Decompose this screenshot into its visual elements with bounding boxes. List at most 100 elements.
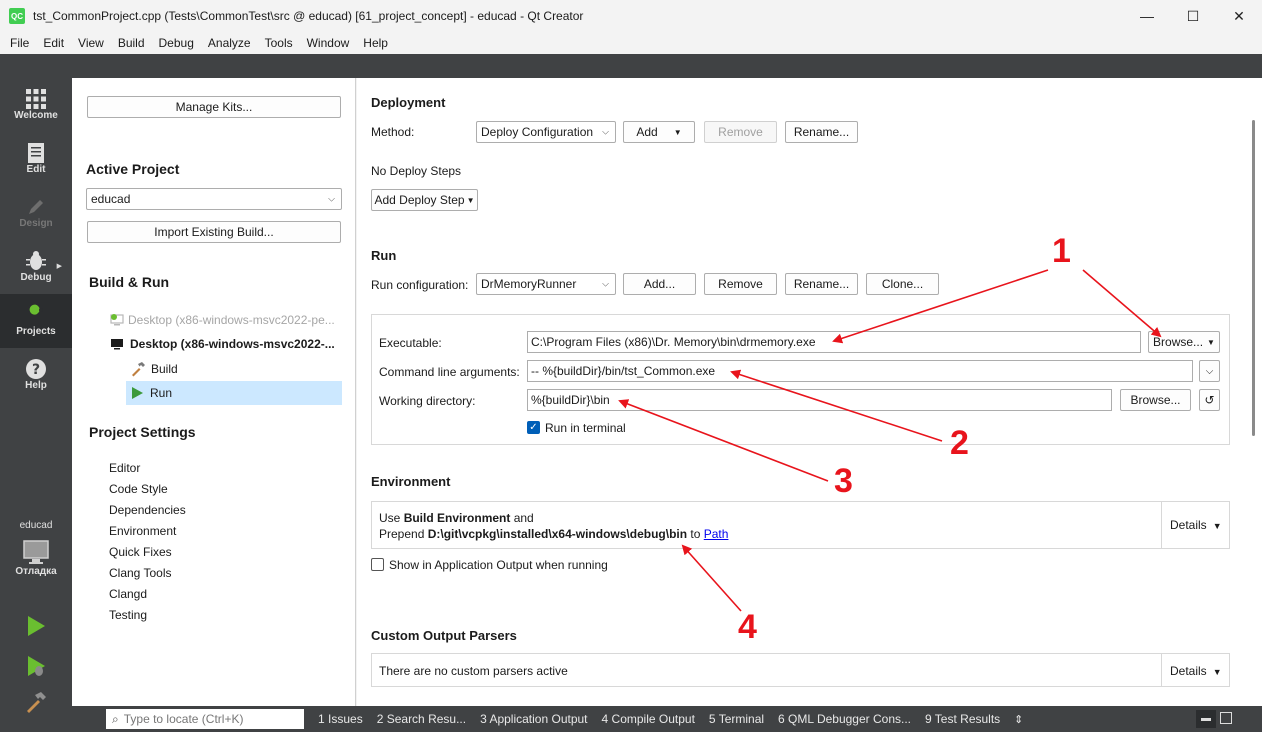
command-line-arguments-input[interactable]: -- %{buildDir}/bin/tst_Common.exe	[527, 360, 1193, 382]
settings-item-editor[interactable]: Editor	[109, 461, 140, 475]
deploy-method-combo[interactable]: Deploy Configuration ⌵	[476, 121, 616, 143]
debug-run-icon[interactable]	[24, 654, 48, 678]
settings-item-clangd[interactable]: Clangd	[109, 587, 147, 601]
monitor-icon	[23, 540, 49, 564]
toolbar-strip	[0, 54, 1262, 78]
mode-design[interactable]: Design	[0, 186, 72, 240]
toggle-right-sidebar-icon[interactable]	[1220, 712, 1232, 724]
output-tab-issues[interactable]: 1 Issues	[318, 712, 363, 726]
settings-item-testing[interactable]: Testing	[109, 608, 147, 622]
add-deploy-step-button[interactable]: Add Deploy Step ▼	[371, 189, 478, 211]
import-existing-build-button[interactable]: Import Existing Build...	[87, 221, 341, 243]
wrench-icon	[28, 304, 43, 323]
no-deploy-steps-label: No Deploy Steps	[371, 164, 462, 178]
mode-welcome[interactable]: Welcome	[0, 78, 72, 132]
output-tab-application-output[interactable]: 3 Application Output	[480, 712, 587, 726]
run-in-terminal-checkbox[interactable]: ✓	[527, 421, 540, 434]
help-icon: ?	[26, 359, 46, 379]
expand-arrow-icon: ▶	[56, 263, 62, 270]
settings-item-clang-tools[interactable]: Clang Tools	[109, 566, 171, 580]
menu-analyze[interactable]: Analyze	[201, 36, 258, 50]
run-rename-button[interactable]: Rename...	[785, 273, 858, 295]
progress-details-icon[interactable]: ▬	[1196, 710, 1216, 728]
output-tab-test-results[interactable]: 9 Test Results	[925, 712, 1000, 726]
projects-navigation-panel: Manage Kits... Active Project educad ⌵ I…	[72, 78, 356, 706]
kit-item-active[interactable]: Desktop (x86-windows-msvc2022-...	[110, 337, 335, 351]
output-tab-qml-debugger[interactable]: 6 QML Debugger Cons...	[778, 712, 911, 726]
menu-build[interactable]: Build	[111, 36, 152, 50]
annotation-number-3: 3	[834, 462, 853, 500]
mode-edit[interactable]: Edit	[0, 132, 72, 186]
menu-view[interactable]: View	[71, 36, 111, 50]
run-heading: Run	[371, 248, 397, 263]
parsers-details-button[interactable]: Details ▼	[1170, 664, 1222, 678]
run-configuration-combo[interactable]: DrMemoryRunner ⌵	[476, 273, 616, 295]
run-add-button[interactable]: Add...	[623, 273, 696, 295]
settings-item-code-style[interactable]: Code Style	[109, 482, 168, 496]
active-project-combo[interactable]: educad ⌵	[86, 188, 342, 210]
bug-icon	[26, 251, 46, 270]
settings-item-dependencies[interactable]: Dependencies	[109, 503, 186, 517]
reset-icon[interactable]: ↺	[1199, 389, 1220, 411]
annotation-number-2: 2	[950, 424, 969, 462]
kit-selector[interactable]: Отладка	[0, 538, 72, 588]
working-directory-browse-button[interactable]: Browse...	[1120, 389, 1191, 411]
mode-label: Projects	[16, 326, 56, 337]
command-line-arguments-label: Command line arguments:	[379, 365, 520, 379]
menu-edit[interactable]: Edit	[36, 36, 71, 50]
working-directory-input[interactable]: %{buildDir}\bin	[527, 389, 1112, 411]
path-link[interactable]: Path	[704, 527, 729, 541]
deploy-rename-button[interactable]: Rename...	[785, 121, 858, 143]
expand-arguments-chevron-icon[interactable]: ⌵	[1199, 360, 1220, 382]
close-button[interactable]: ✕	[1216, 0, 1262, 32]
settings-item-environment[interactable]: Environment	[109, 524, 176, 538]
mode-projects[interactable]: Projects	[0, 294, 72, 348]
custom-output-parsers-heading: Custom Output Parsers	[371, 628, 517, 643]
menu-debug[interactable]: Debug	[152, 36, 201, 50]
deploy-remove-button[interactable]: Remove	[704, 121, 777, 143]
working-directory-label: Working directory:	[379, 394, 476, 408]
tree-item-run[interactable]: Run	[126, 381, 342, 405]
deploy-add-button[interactable]: Add ▼	[623, 121, 695, 143]
menu-file[interactable]: File	[3, 36, 36, 50]
run-clone-button[interactable]: Clone...	[866, 273, 939, 295]
button-label: Browse...	[1153, 335, 1204, 349]
mode-help[interactable]: ? Help	[0, 348, 72, 402]
maximize-button[interactable]: ☐	[1170, 0, 1216, 32]
search-icon: ⌕	[112, 711, 119, 726]
mode-debug[interactable]: Debug ▶	[0, 240, 72, 294]
build-hammer-icon[interactable]	[24, 690, 48, 714]
environment-line-1: Use Build Environment and	[379, 511, 534, 525]
menu-help[interactable]: Help	[356, 36, 395, 50]
show-in-output-checkbox[interactable]	[371, 558, 384, 571]
output-tab-compile-output[interactable]: 4 Compile Output	[602, 712, 695, 726]
menu-tools[interactable]: Tools	[258, 36, 300, 50]
locator-input[interactable]: ⌕ Type to locate (Ctrl+K)	[106, 709, 304, 729]
executable-input[interactable]: C:\Program Files (x86)\Dr. Memory\bin\dr…	[527, 331, 1141, 353]
button-label: Add	[636, 125, 658, 139]
mode-label: Edit	[26, 164, 46, 175]
run-icon[interactable]	[24, 614, 48, 638]
play-icon	[132, 387, 143, 399]
document-icon	[28, 143, 44, 163]
grid-icon	[26, 89, 46, 109]
manage-kits-button[interactable]: Manage Kits...	[87, 96, 341, 118]
mode-bar: Welcome Edit Design Debug ▶ Projects ? H…	[0, 78, 72, 732]
tree-item-build[interactable]: Build	[130, 361, 178, 377]
divider	[1161, 502, 1162, 548]
build-run-heading: Build & Run	[89, 274, 170, 290]
pencil-icon	[29, 200, 43, 214]
executable-browse-button[interactable]: Browse... ▼	[1148, 331, 1220, 353]
run-remove-button[interactable]: Remove	[704, 273, 777, 295]
environment-details-button[interactable]: Details ▼	[1170, 518, 1222, 532]
minimize-button[interactable]: —	[1124, 0, 1170, 32]
prepend-path-text: D:\git\vcpkg\installed\x64-windows\debug…	[427, 527, 688, 541]
output-tab-search-results[interactable]: 2 Search Resu...	[377, 712, 466, 726]
output-tab-terminal[interactable]: 5 Terminal	[709, 712, 764, 726]
kit-item-inactive[interactable]: Desktop (x86-windows-msvc2022-pe...	[110, 313, 335, 327]
menu-window[interactable]: Window	[300, 36, 357, 50]
settings-item-quick-fixes[interactable]: Quick Fixes	[109, 545, 172, 559]
vertical-scrollbar[interactable]	[1252, 120, 1255, 436]
chevron-down-icon: ⌵	[602, 278, 609, 289]
updown-arrows-icon[interactable]: ⇕	[1014, 713, 1023, 726]
